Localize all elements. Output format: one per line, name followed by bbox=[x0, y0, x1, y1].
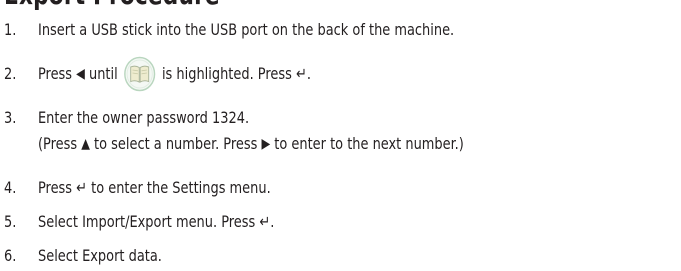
step-3-line-2: (Press ▲ to select a number. Press ▶ to … bbox=[38, 134, 464, 154]
section-heading: Export Procedure bbox=[4, 0, 220, 11]
step-3-line-2-c: to enter to the next number.) bbox=[274, 134, 464, 153]
book-icon bbox=[124, 56, 156, 91]
heading-area: Export Procedure bbox=[0, 0, 681, 18]
right-arrow-icon: ▶ bbox=[261, 136, 271, 152]
step-6-text: Select Export data. bbox=[38, 246, 162, 265]
step-2-end: . bbox=[306, 64, 311, 83]
step-text: Press ↵ to enter the Settings menu. bbox=[38, 178, 271, 198]
step-4-post: to enter the Settings menu. bbox=[87, 178, 271, 197]
enter-icon: ↵ bbox=[76, 178, 88, 197]
step-text: Press ◀ until is highlighted. Press ↵. bbox=[38, 56, 311, 91]
step-text: Select Export data. bbox=[38, 246, 162, 266]
step-3-line-1: Enter the owner password 1324. bbox=[38, 108, 250, 127]
step-4-pre: Press bbox=[38, 178, 73, 197]
step-number: 1. bbox=[4, 20, 17, 39]
step-number: 6. bbox=[4, 246, 17, 265]
step-text: Insert a USB stick into the USB port on … bbox=[38, 20, 454, 40]
step-2-post: is highlighted. Press bbox=[161, 64, 292, 83]
step-number: 5. bbox=[4, 212, 17, 231]
step-number: 4. bbox=[4, 178, 17, 197]
instruction-page: Export Procedure 1. Insert a USB stick i… bbox=[0, 0, 681, 271]
step-text: Enter the owner password 1324. (Press ▲ … bbox=[38, 108, 464, 154]
up-arrow-icon: ▲ bbox=[81, 136, 90, 152]
step-1-text: Insert a USB stick into the USB port on … bbox=[38, 20, 455, 39]
step-3-line-2-b: to select a number. Press bbox=[94, 134, 258, 153]
step-text: Select Import/Export menu. Press ↵. bbox=[38, 212, 274, 232]
step-5-pre: Select Import/Export menu. Press bbox=[38, 212, 256, 231]
step-2-mid: until bbox=[89, 64, 118, 83]
enter-icon: ↵ bbox=[295, 64, 307, 83]
step-number: 3. bbox=[4, 108, 17, 127]
step-3-line-2-a: (Press bbox=[38, 134, 78, 153]
enter-icon: ↵ bbox=[259, 212, 271, 231]
step-5-end: . bbox=[270, 212, 275, 231]
left-arrow-icon: ◀ bbox=[76, 66, 85, 82]
step-2-pre: Press bbox=[38, 64, 73, 83]
step-number: 2. bbox=[4, 64, 17, 83]
